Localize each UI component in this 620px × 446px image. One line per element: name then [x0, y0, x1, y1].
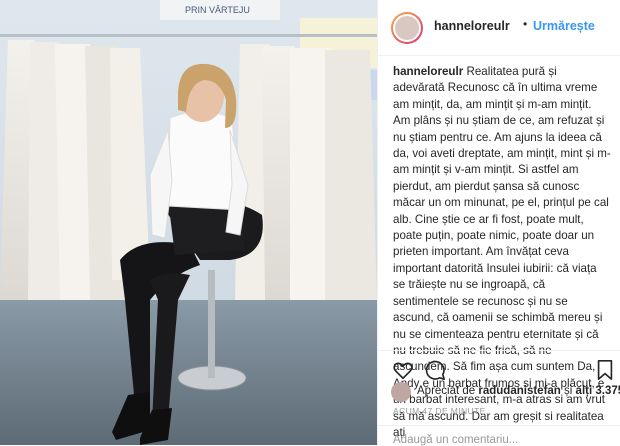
comment-input[interactable]	[393, 434, 603, 446]
username-link[interactable]: hanneloreulr	[434, 19, 510, 33]
likes-and: și	[564, 385, 573, 397]
comment-icon[interactable]	[424, 359, 446, 381]
post-photo-image: PRIN VÂRTEJU	[0, 0, 377, 445]
liker-username-link[interactable]: radudanistefan	[478, 385, 560, 397]
avatar-image	[393, 14, 421, 42]
photo-banner-text: PRIN VÂRTEJU	[185, 5, 250, 15]
bookmark-icon[interactable]	[594, 359, 616, 381]
likes-prefix: Apreciat de	[417, 385, 476, 397]
post-photo[interactable]: PRIN VÂRTEJU	[0, 0, 377, 445]
header-separator: •	[523, 17, 528, 31]
liker-avatar[interactable]	[391, 382, 411, 402]
post-timestamp[interactable]: ACUM 47 DE MINUTE	[393, 406, 486, 416]
heart-icon[interactable]	[392, 359, 414, 381]
avatar[interactable]	[391, 12, 423, 44]
action-bar	[378, 350, 620, 384]
follow-button[interactable]: Urmărește	[533, 19, 595, 33]
caption-username-link[interactable]: hanneloreulr	[393, 65, 463, 78]
post-sidebar: hanneloreulr • Urmărește hanneloreulr Re…	[377, 0, 620, 446]
post-header: hanneloreulr • Urmărește	[378, 0, 620, 56]
likes-others-link[interactable]: alți 3.375	[576, 385, 620, 397]
comment-box	[378, 425, 620, 446]
